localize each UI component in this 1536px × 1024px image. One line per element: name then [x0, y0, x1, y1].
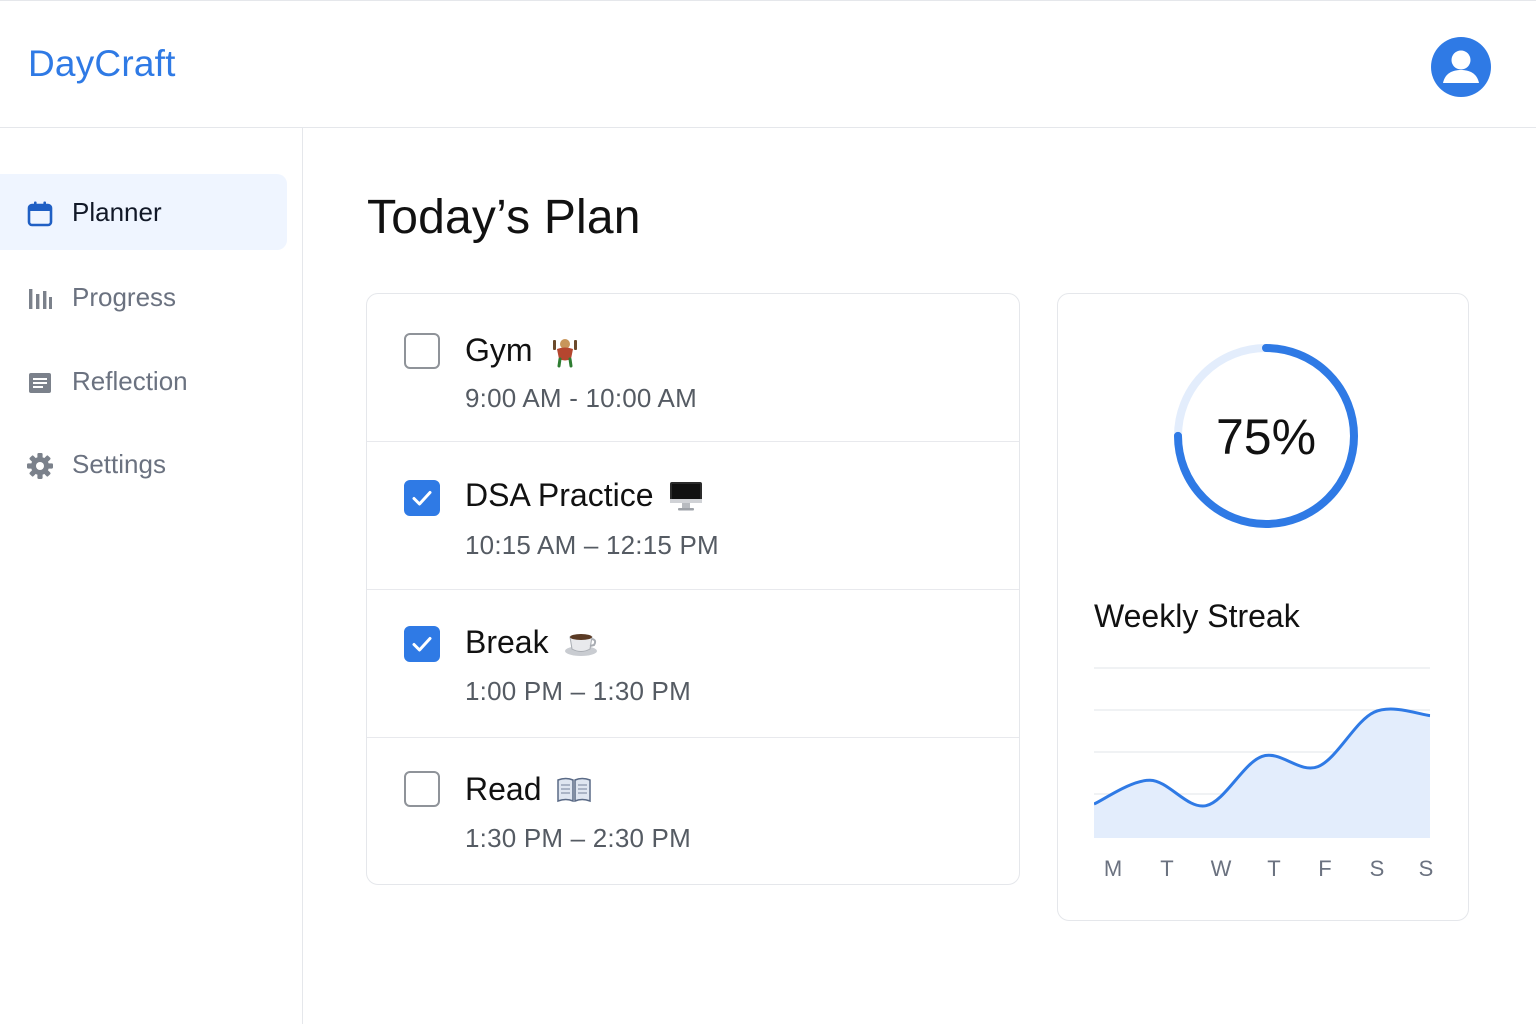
day-label: S: [1419, 856, 1434, 881]
sidebar-item-label: Progress: [72, 281, 177, 312]
computer-icon: [668, 478, 704, 514]
book-icon: [556, 772, 592, 808]
task-title: DSA Practice: [465, 477, 654, 513]
streak-title: Weekly Streak: [1094, 598, 1300, 634]
task-time: 1:00 PM – 1:30 PM: [465, 676, 691, 706]
weekly-streak-chart: MTWTFSS: [1094, 667, 1434, 881]
sidebar-item-label: Planner: [72, 196, 162, 227]
task-item: Break 1:00 PM – 1:30 PM: [367, 590, 1019, 738]
bar-chart-icon: [26, 285, 54, 313]
task-list: Gym 9:00 AM - 10:00 AM DSA Practice 10:1…: [366, 293, 1020, 885]
task-item: Read 1:30 PM – 2:30 PM: [367, 738, 1019, 886]
task-checkbox[interactable]: [404, 333, 440, 369]
task-time: 10:15 AM – 12:15 PM: [465, 530, 719, 560]
task-checkbox[interactable]: [404, 626, 440, 662]
app-logo[interactable]: DayCraft: [28, 43, 176, 85]
day-label: T: [1267, 856, 1280, 881]
calendar-icon: [26, 200, 54, 228]
weightlifter-icon: [547, 333, 583, 369]
user-avatar-icon[interactable]: [1431, 37, 1491, 97]
task-title-wrap: Gym: [465, 332, 583, 369]
sidebar-item-reflection[interactable]: Reflection: [0, 343, 287, 419]
day-label: W: [1211, 856, 1232, 881]
task-title: Gym: [465, 332, 533, 368]
day-label: S: [1370, 856, 1385, 881]
task-checkbox[interactable]: [404, 480, 440, 516]
streak-area: [1094, 709, 1430, 838]
day-label: F: [1318, 856, 1331, 881]
document-icon: [26, 369, 54, 397]
task-item: DSA Practice 10:15 AM – 12:15 PM: [367, 442, 1019, 590]
task-title-wrap: Read: [465, 771, 592, 808]
gear-icon: [26, 452, 54, 480]
coffee-icon: [563, 625, 599, 661]
day-label: T: [1160, 856, 1173, 881]
sidebar-item-label: Reflection: [72, 365, 188, 396]
task-time: 1:30 PM – 2:30 PM: [465, 823, 691, 853]
task-item: Gym 9:00 AM - 10:00 AM: [367, 294, 1019, 442]
task-title: Read: [465, 771, 542, 807]
task-checkbox[interactable]: [404, 771, 440, 807]
page-title: Today’s Plan: [367, 191, 641, 244]
sidebar-item-planner[interactable]: Planner: [0, 174, 287, 250]
task-title: Break: [465, 624, 549, 660]
day-label: M: [1104, 856, 1122, 881]
sidebar: Planner Progress Reflection Settings: [0, 128, 303, 1024]
sidebar-item-settings[interactable]: Settings: [0, 426, 287, 502]
sidebar-item-progress[interactable]: Progress: [0, 259, 287, 335]
checkmark-icon: [412, 491, 432, 506]
checkmark-icon: [412, 637, 432, 652]
sidebar-item-label: Settings: [72, 448, 166, 479]
top-bar: DayCraft: [0, 0, 1536, 128]
task-title-wrap: Break: [465, 624, 599, 661]
completion-percent: 75%: [1215, 409, 1317, 465]
task-title-wrap: DSA Practice: [465, 477, 704, 514]
task-time: 9:00 AM - 10:00 AM: [465, 383, 697, 413]
